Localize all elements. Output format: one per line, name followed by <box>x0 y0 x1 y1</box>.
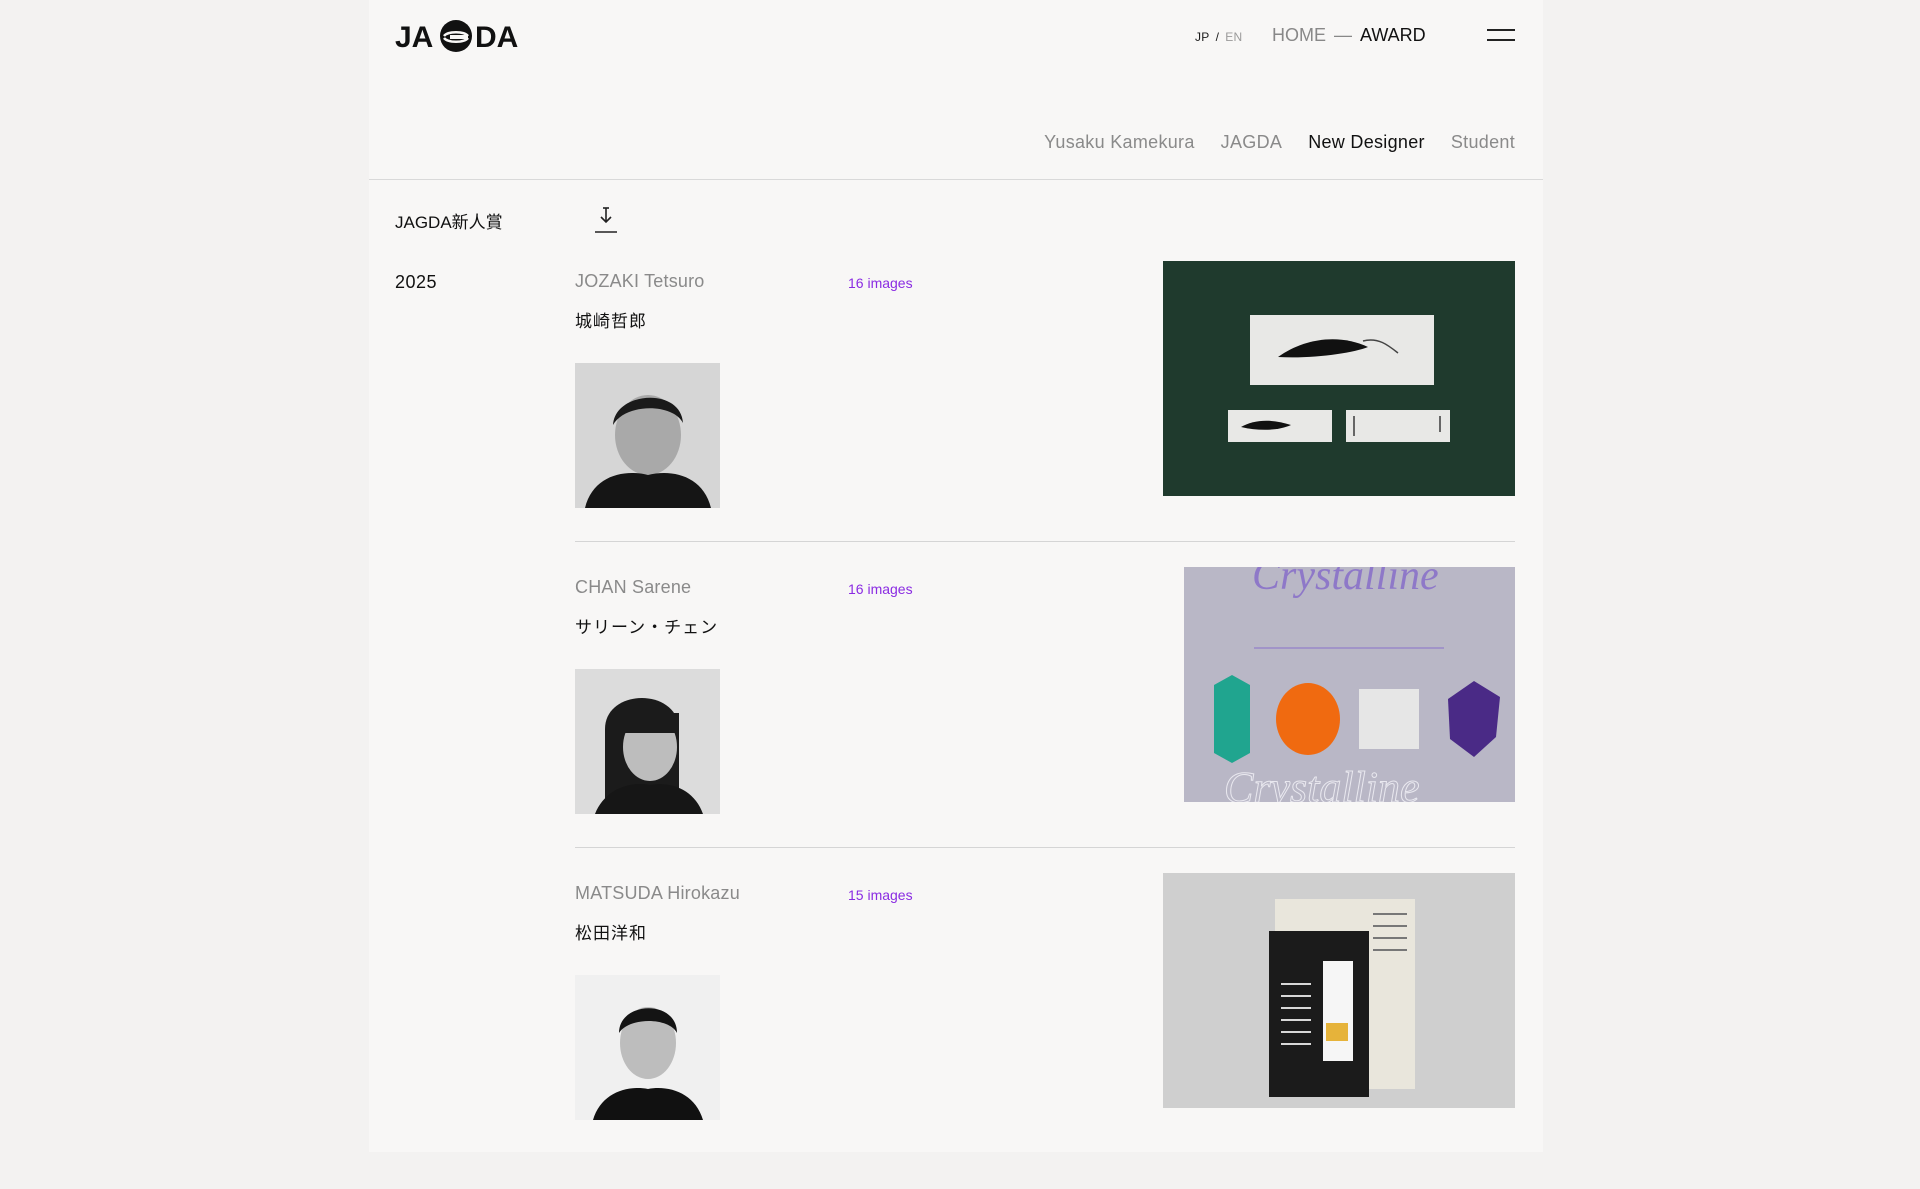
image-count-link[interactable]: 15 images <box>848 887 913 903</box>
language-switcher: JP / EN <box>1195 30 1243 44</box>
winner-name-en[interactable]: MATSUDA Hirokazu <box>575 883 740 904</box>
portrait-photo <box>575 363 720 508</box>
winner-entry: CHAN Sarene サリーン・チェン 16 images Crystalli… <box>575 567 1515 883</box>
breadcrumb-current: AWARD <box>1360 25 1426 45</box>
svg-text:DA: DA <box>475 21 518 54</box>
svg-text:JA: JA <box>395 21 433 54</box>
image-count-link[interactable]: 16 images <box>848 275 913 291</box>
divider <box>575 541 1515 542</box>
portrait-photo <box>575 975 720 1120</box>
award-subnav: Yusaku Kamekura JAGDA New Designer Stude… <box>1044 132 1515 153</box>
year-label: 2025 <box>395 272 438 292</box>
jagda-logo[interactable]: JA DA <box>395 16 523 56</box>
section-title: JAGDA新人賞 <box>395 213 503 232</box>
work-image[interactable]: Crystalline Crystalline <box>1184 567 1515 802</box>
breadcrumb-home[interactable]: HOME <box>1272 25 1326 45</box>
divider <box>369 179 1543 180</box>
breadcrumb-dash: — <box>1334 25 1352 45</box>
subnav-yusaku-kamekura[interactable]: Yusaku Kamekura <box>1044 132 1195 153</box>
lang-en-link[interactable]: EN <box>1225 30 1242 44</box>
work-image[interactable] <box>1163 873 1515 1108</box>
subnav-new-designer[interactable]: New Designer <box>1308 132 1425 153</box>
subnav-jagda[interactable]: JAGDA <box>1221 132 1283 153</box>
portrait-photo <box>575 669 720 814</box>
lang-separator: / <box>1215 30 1220 44</box>
winner-name-en[interactable]: JOZAKI Tetsuro <box>575 271 705 292</box>
lang-jp-link[interactable]: JP <box>1195 30 1210 44</box>
winner-entry: MATSUDA Hirokazu 松田洋和 15 images <box>575 873 1515 1189</box>
svg-text:Crystalline: Crystalline <box>1252 567 1439 599</box>
winner-entry: JOZAKI Tetsuro 城崎哲郎 16 images <box>575 261 1515 577</box>
page: JA DA JP / EN HOME — AWARD Yusaku Kamekura J… <box>369 0 1543 1152</box>
winner-name-jp: 城崎哲郎 <box>575 312 647 331</box>
work-image[interactable] <box>1163 261 1515 496</box>
hamburger-icon[interactable] <box>1487 26 1515 44</box>
winner-name-jp: サリーン・チェン <box>575 618 719 637</box>
subnav-student[interactable]: Student <box>1451 132 1515 153</box>
breadcrumb: HOME — AWARD <box>1272 25 1426 46</box>
winner-name-en[interactable]: CHAN Sarene <box>575 577 691 598</box>
download-icon[interactable] <box>592 205 620 235</box>
svg-text:Crystalline: Crystalline <box>1224 763 1420 802</box>
image-count-link[interactable]: 16 images <box>848 581 913 597</box>
divider <box>575 847 1515 848</box>
winner-name-jp: 松田洋和 <box>575 924 647 943</box>
